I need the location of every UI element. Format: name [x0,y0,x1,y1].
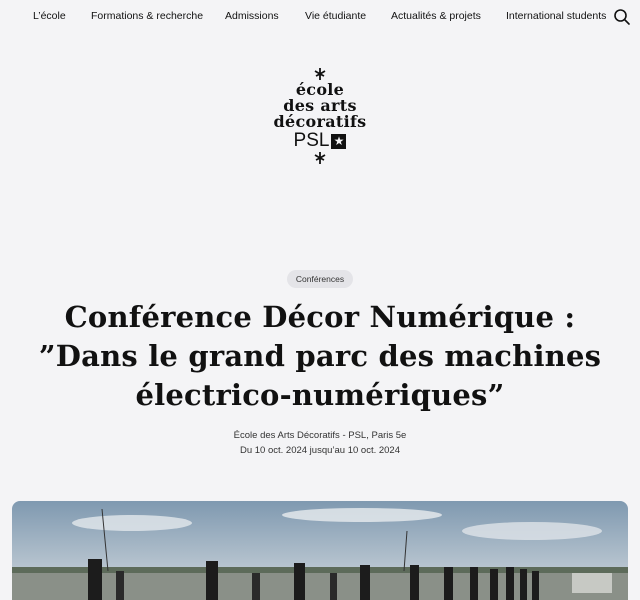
search-icon[interactable] [613,8,631,26]
hero-image [12,501,628,600]
nav-item-admissions[interactable]: Admissions [225,10,279,22]
logo-line-3: décoratifs [273,112,367,131]
event-location: École des Arts Décoratifs - PSL, Paris 5… [233,430,407,441]
logo-psl: PSL ★ [294,130,347,152]
event-dates: Du 10 oct. 2024 jusqu’au 10 oct. 2024 [239,445,401,456]
star-icon: ★ [331,133,347,149]
main-navigation: L’école Formations & recherche Admission… [0,0,640,34]
nav-item-international[interactable]: International students [506,10,606,22]
page-title: Conférence Décor Numérique : ”Dans le gr… [38,300,602,412]
logo-psl-text: PSL [293,130,330,151]
nav-item-formations[interactable]: Formations & recherche [91,10,203,22]
ornament-icon [258,152,382,166]
school-logo[interactable]: école des arts décoratifs PSL ★ [258,68,382,180]
nav-item-vie-etudiante[interactable]: Vie étudiante [305,10,366,22]
category-tag[interactable]: Conférences [287,270,353,288]
nav-item-actualites[interactable]: Actualités & projets [391,10,481,22]
nav-item-ecole[interactable]: L’école [33,10,66,22]
